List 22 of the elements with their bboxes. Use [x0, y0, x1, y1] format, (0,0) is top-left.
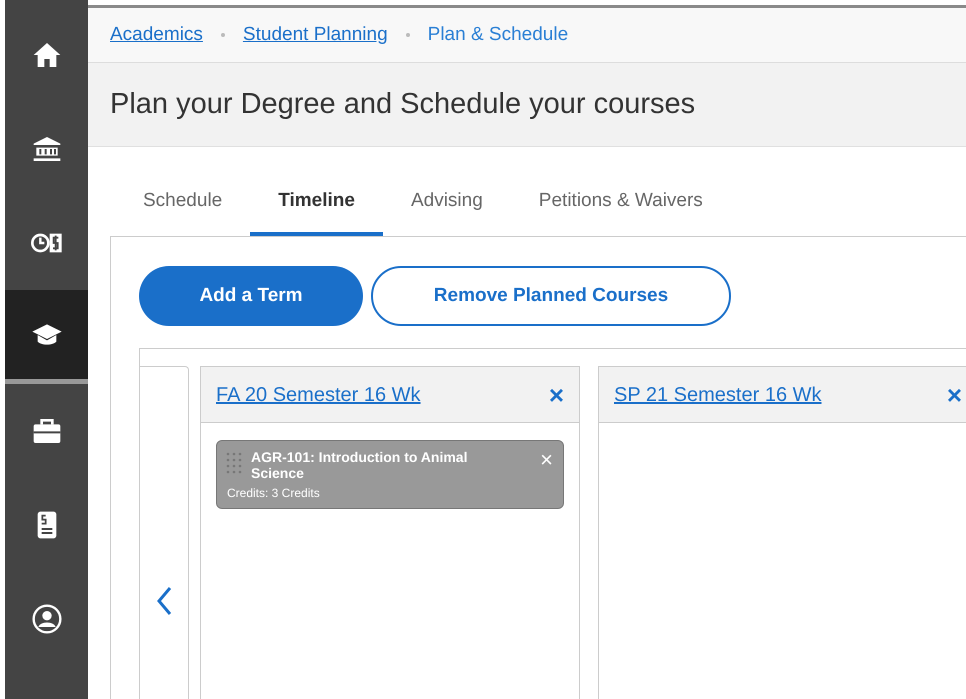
course-title: AGR-101: Introduction to Animal Science	[251, 449, 468, 481]
remove-term-button[interactable]: ×	[548, 382, 564, 408]
user-circle-icon	[30, 603, 62, 635]
tab[interactable]: Schedule	[115, 180, 250, 236]
remove-term-button[interactable]: ×	[946, 382, 962, 408]
chevron-left-icon	[156, 586, 172, 616]
breadcrumb-link[interactable]: Student Planning	[242, 20, 388, 50]
tab[interactable]: Petitions & Waivers	[510, 180, 731, 236]
drag-handle-icon	[225, 451, 243, 475]
term-link[interactable]: SP 21 Semester 16 Wk	[614, 380, 822, 410]
course-credits: Credits: 3 Credits	[227, 485, 321, 502]
page-title: Plan your Degree and Schedule your courses	[110, 86, 696, 122]
sidebar-item[interactable]	[5, 290, 88, 384]
add-term-button[interactable]: Add a Term	[139, 266, 363, 326]
tab[interactable]: Advising	[382, 180, 511, 236]
breadcrumb-current: Plan & Schedule	[428, 22, 568, 47]
tab[interactable]: Timeline	[250, 180, 383, 236]
course-card[interactable]: AGR-101: Introduction to Animal Science Credits: 3 Credits ×	[216, 440, 564, 509]
remove-courses-button[interactable]: Remove Planned Courses	[371, 266, 731, 326]
breadcrumb-link[interactable]: Academics	[110, 20, 203, 50]
term-link[interactable]: FA 20 Semester 16 Wk	[216, 380, 421, 410]
remove-course-button[interactable]: ×	[540, 449, 553, 471]
